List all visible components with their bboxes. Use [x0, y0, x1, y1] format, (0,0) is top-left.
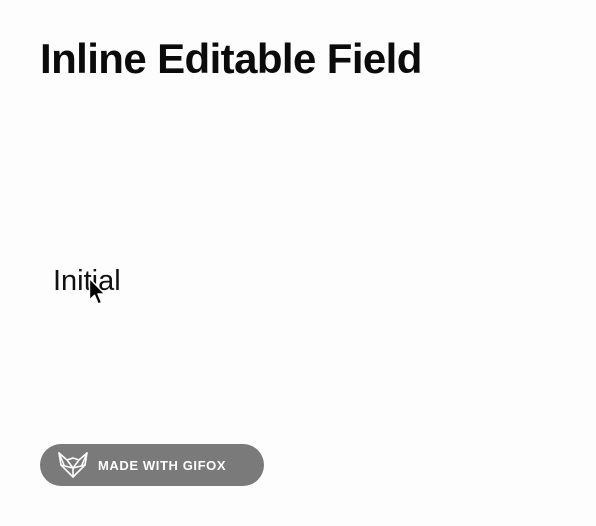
- made-with-gifox-badge[interactable]: MADE WITH GIFOX: [40, 444, 264, 486]
- fox-icon: [58, 452, 88, 478]
- editable-field-value[interactable]: Initial: [53, 265, 121, 297]
- inline-editable-field[interactable]: Initial: [42, 258, 162, 302]
- page-title: Inline Editable Field: [40, 35, 422, 82]
- badge-label: MADE WITH GIFOX: [98, 457, 227, 473]
- page: Inline Editable Field Initial MADE WITH …: [0, 0, 596, 526]
